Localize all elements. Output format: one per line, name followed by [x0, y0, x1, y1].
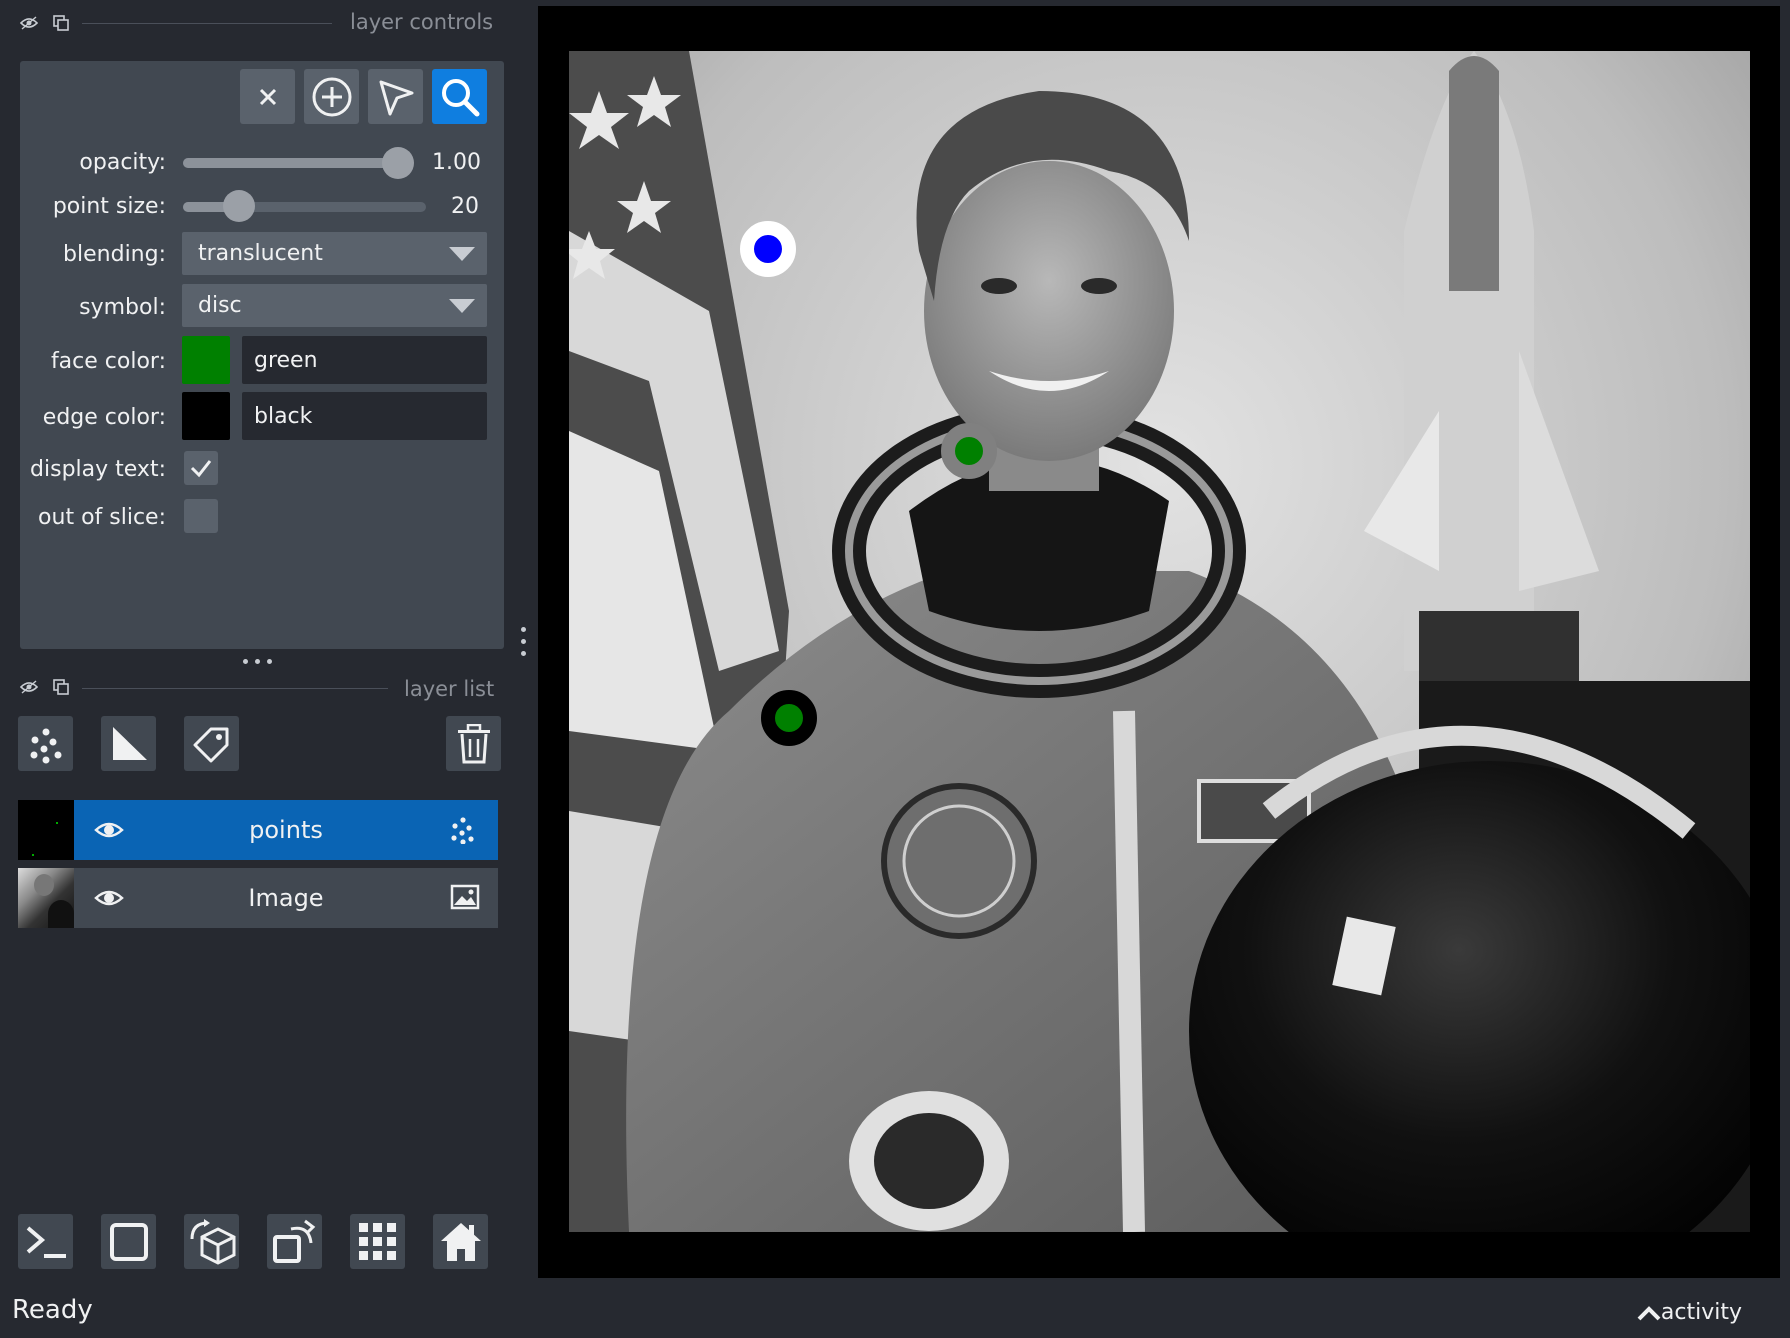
- square-icon: [109, 1222, 148, 1261]
- polygon-icon: [112, 726, 147, 760]
- ndisplay-button[interactable]: [101, 1214, 156, 1269]
- new-points-layer-button[interactable]: [18, 716, 73, 771]
- point-marker[interactable]: [941, 423, 997, 479]
- blending-value: translucent: [198, 241, 323, 266]
- layer-list-title: layer list: [404, 677, 495, 701]
- header-divider: [82, 688, 388, 689]
- astronaut-photo: [569, 51, 1750, 1232]
- opacity-label: opacity:: [79, 150, 166, 175]
- viewer-canvas[interactable]: [538, 6, 1780, 1278]
- chevron-up-icon: [1637, 1305, 1661, 1320]
- grid-view-button[interactable]: [350, 1214, 405, 1269]
- symbol-label: symbol:: [79, 295, 166, 320]
- new-shapes-layer-button[interactable]: [101, 716, 156, 771]
- activity-button[interactable]: activity: [1637, 1300, 1742, 1325]
- layer-thumbnail: [18, 800, 74, 860]
- symbol-value: disc: [198, 293, 242, 318]
- layer-row-body[interactable]: points: [74, 800, 498, 860]
- float-panel-icon[interactable]: [50, 12, 72, 34]
- delete-layer-button[interactable]: [446, 716, 501, 771]
- layer-row-image[interactable]: Image: [18, 868, 498, 928]
- layer-name[interactable]: Image: [74, 868, 498, 928]
- activity-label: activity: [1660, 1300, 1742, 1325]
- cube-rotate-icon: [190, 1218, 235, 1265]
- layer-row-body[interactable]: Image: [74, 868, 498, 928]
- image-icon: [450, 884, 480, 910]
- pointer-arrow-icon: [379, 80, 413, 115]
- chevron-down-icon: [449, 247, 475, 261]
- opacity-slider-handle[interactable]: [382, 147, 414, 179]
- delete-selected-points-button[interactable]: [240, 69, 295, 124]
- layer-name[interactable]: points: [74, 800, 498, 860]
- header-divider: [82, 23, 332, 24]
- terminal-icon: [26, 1225, 66, 1258]
- checkmark-icon: [190, 460, 212, 478]
- console-button[interactable]: [18, 1214, 73, 1269]
- float-panel-icon[interactable]: [50, 676, 72, 698]
- point-marker[interactable]: [740, 221, 796, 277]
- close-icon: [259, 88, 276, 105]
- home-icon: [440, 1222, 481, 1261]
- layer-controls-header: [18, 8, 82, 38]
- layer-row-points[interactable]: points: [18, 800, 498, 860]
- display-text-checkbox[interactable]: [184, 451, 218, 485]
- face-color-swatch[interactable]: [182, 336, 230, 384]
- chevron-down-icon: [449, 299, 475, 313]
- layer-thumbnail: [18, 868, 74, 928]
- point-marker[interactable]: [761, 690, 817, 746]
- out-of-slice-checkbox[interactable]: [184, 499, 218, 533]
- blending-label: blending:: [63, 242, 166, 267]
- blending-dropdown[interactable]: translucent: [182, 232, 487, 275]
- point-size-slider-handle[interactable]: [223, 190, 255, 222]
- out-of-slice-label: out of slice:: [38, 505, 166, 530]
- trash-icon: [457, 723, 490, 763]
- points-icon: [451, 817, 474, 844]
- pan-zoom-button[interactable]: [432, 69, 487, 124]
- tag-icon: [193, 727, 228, 762]
- status-text: Ready: [12, 1295, 93, 1325]
- layer-list-header: [18, 672, 82, 702]
- point-size-label: point size:: [52, 194, 166, 219]
- magnifier-icon: [441, 78, 479, 116]
- new-labels-layer-button[interactable]: [184, 716, 239, 771]
- add-circle-icon: [312, 77, 351, 116]
- select-points-button[interactable]: [368, 69, 423, 124]
- points-icon: [30, 728, 61, 763]
- eye-toggle-icon[interactable]: [18, 676, 40, 698]
- rotate-square-icon: [272, 1219, 315, 1263]
- edge-color-swatch[interactable]: [182, 392, 230, 440]
- grid-icon: [358, 1222, 396, 1260]
- point-size-value: 20: [451, 194, 479, 219]
- face-color-field[interactable]: green: [242, 336, 487, 384]
- eye-toggle-icon[interactable]: [18, 12, 40, 34]
- opacity-slider-fill: [183, 158, 398, 168]
- home-button[interactable]: [433, 1214, 488, 1269]
- edge-color-label: edge color:: [42, 405, 166, 430]
- transpose-button[interactable]: [267, 1214, 322, 1269]
- astronaut-image: [569, 51, 1750, 1232]
- edge-color-field[interactable]: black: [242, 392, 487, 440]
- display-text-label: display text:: [30, 457, 166, 482]
- add-points-button[interactable]: [304, 69, 359, 124]
- opacity-value: 1.00: [432, 150, 481, 175]
- face-color-label: face color:: [50, 349, 166, 374]
- symbol-dropdown[interactable]: disc: [182, 284, 487, 327]
- roll-dimensions-button[interactable]: [184, 1214, 239, 1269]
- layer-controls-title: layer controls: [350, 10, 494, 34]
